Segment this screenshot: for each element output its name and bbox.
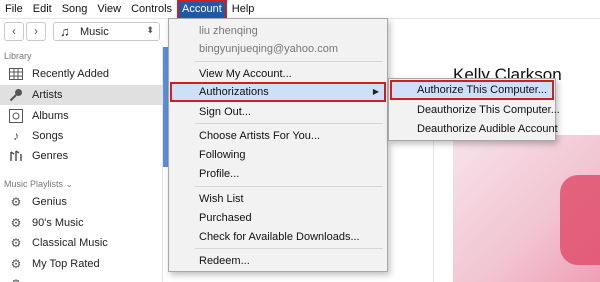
playlists-header[interactable]: Music Playlists ⌄ [4, 179, 73, 190]
menu-bar: File Edit Song View Controls Account Hel… [0, 0, 600, 19]
menu-item-choose-artists[interactable]: Choose Artists For You... [199, 127, 379, 145]
forward-button[interactable]: › [26, 22, 46, 41]
account-menu: liu zhenqing bingyunjueqing@yahoo.com Vi… [168, 18, 388, 272]
menu-item-wish-list[interactable]: Wish List [199, 190, 379, 208]
menu-song[interactable]: Song [57, 0, 93, 19]
menu-item-authorize-computer[interactable]: Authorize This Computer... [390, 80, 554, 100]
sidebar-item-label: My Top Rated [32, 258, 100, 270]
gear-icon: ⚙ [10, 236, 22, 250]
sidebar: Library Recently Added Artists Albums ♪ … [0, 45, 163, 282]
sidebar-item-label: Songs [32, 130, 64, 142]
sidebar-item-genres[interactable]: Genres [0, 146, 162, 166]
sidebar-item-label: Albums [32, 110, 69, 122]
menu-item-deauthorize-computer[interactable]: Deauthorize This Computer... [417, 101, 560, 119]
submenu-arrow-icon: ▶ [372, 87, 379, 96]
menu-item-profile[interactable]: Profile... [199, 165, 379, 183]
sidebar-item-songs[interactable]: ♪ Songs [0, 126, 162, 146]
sidebar-item-genius[interactable]: ⚙ Genius [0, 192, 162, 212]
grid-icon [8, 66, 24, 82]
menu-item-check-downloads[interactable]: Check for Available Downloads... [199, 228, 379, 246]
menu-edit[interactable]: Edit [28, 0, 57, 19]
menu-item-redeem[interactable]: Redeem... [199, 252, 379, 270]
sidebar-item-classical-music[interactable]: ⚙ Classical Music [0, 233, 162, 253]
back-button[interactable]: ‹ [4, 22, 24, 41]
sidebar-item-label: Artists [32, 89, 63, 101]
authorizations-submenu: Authorize This Computer... Deauthorize T… [388, 78, 560, 141]
genres-icon [8, 148, 24, 164]
gear-icon: ⚙ [10, 216, 22, 230]
chevron-left-icon: ‹ [12, 24, 16, 38]
sidebar-item-label: Genius [32, 196, 67, 208]
menu-item-deauthorize-audible[interactable]: Deauthorize Audible Account [417, 120, 558, 138]
music-note-icon: ♪ [13, 129, 19, 143]
sidebar-item-albums[interactable]: Albums [0, 106, 162, 126]
library-header: Library [4, 51, 32, 61]
artwork-shape [560, 175, 600, 265]
gear-icon: ⚙ [10, 195, 22, 209]
menu-item-sign-out[interactable]: Sign Out... [199, 103, 379, 121]
gear-icon: ⚙ [10, 257, 22, 271]
microphone-icon [8, 87, 24, 103]
sidebar-item-label: Classical Music [32, 237, 108, 249]
sidebar-item-recently-added[interactable]: Recently Added [0, 64, 162, 84]
sidebar-item-label: 90's Music [32, 217, 84, 229]
menu-separator [195, 61, 383, 62]
media-kind-label: Music [80, 26, 109, 38]
account-user-email: bingyunjueqing@yahoo.com [199, 43, 338, 55]
menu-item-view-my-account[interactable]: View My Account... [199, 65, 379, 83]
menu-separator [195, 186, 383, 187]
menu-separator [195, 123, 383, 124]
menu-help[interactable]: Help [227, 0, 260, 19]
menu-file[interactable]: File [0, 0, 28, 19]
sidebar-item-my-top-rated[interactable]: ⚙ My Top Rated [0, 254, 162, 274]
gear-icon: ⚙ [8, 276, 24, 282]
music-note-icon: ♫ [60, 24, 70, 39]
artist-artwork[interactable] [453, 135, 600, 282]
sidebar-item-90s-music[interactable]: ⚙ 90's Music [0, 213, 162, 233]
menu-view[interactable]: View [92, 0, 126, 19]
chevron-right-icon: › [34, 24, 38, 38]
menu-separator [195, 248, 383, 249]
sidebar-item-partial[interactable]: ⚙ [0, 274, 162, 282]
menu-item-label: Authorizations [199, 86, 269, 98]
menu-item-purchased[interactable]: Purchased [199, 209, 379, 227]
menu-account[interactable]: Account [177, 0, 227, 19]
menu-controls[interactable]: Controls [126, 0, 177, 19]
album-icon [8, 108, 24, 124]
sidebar-item-label: Recently Added [32, 68, 110, 80]
media-kind-select[interactable]: ♫ Music ⬍ [53, 22, 160, 41]
account-user-name: liu zhenqing [199, 25, 258, 37]
menu-item-authorizations[interactable]: Authorizations ▶ [170, 82, 386, 102]
chevron-updown-icon: ⬍ [146, 25, 154, 35]
sidebar-item-label: Genres [32, 150, 69, 162]
sidebar-item-artists[interactable]: Artists [0, 85, 162, 105]
menu-item-following[interactable]: Following [199, 146, 379, 164]
